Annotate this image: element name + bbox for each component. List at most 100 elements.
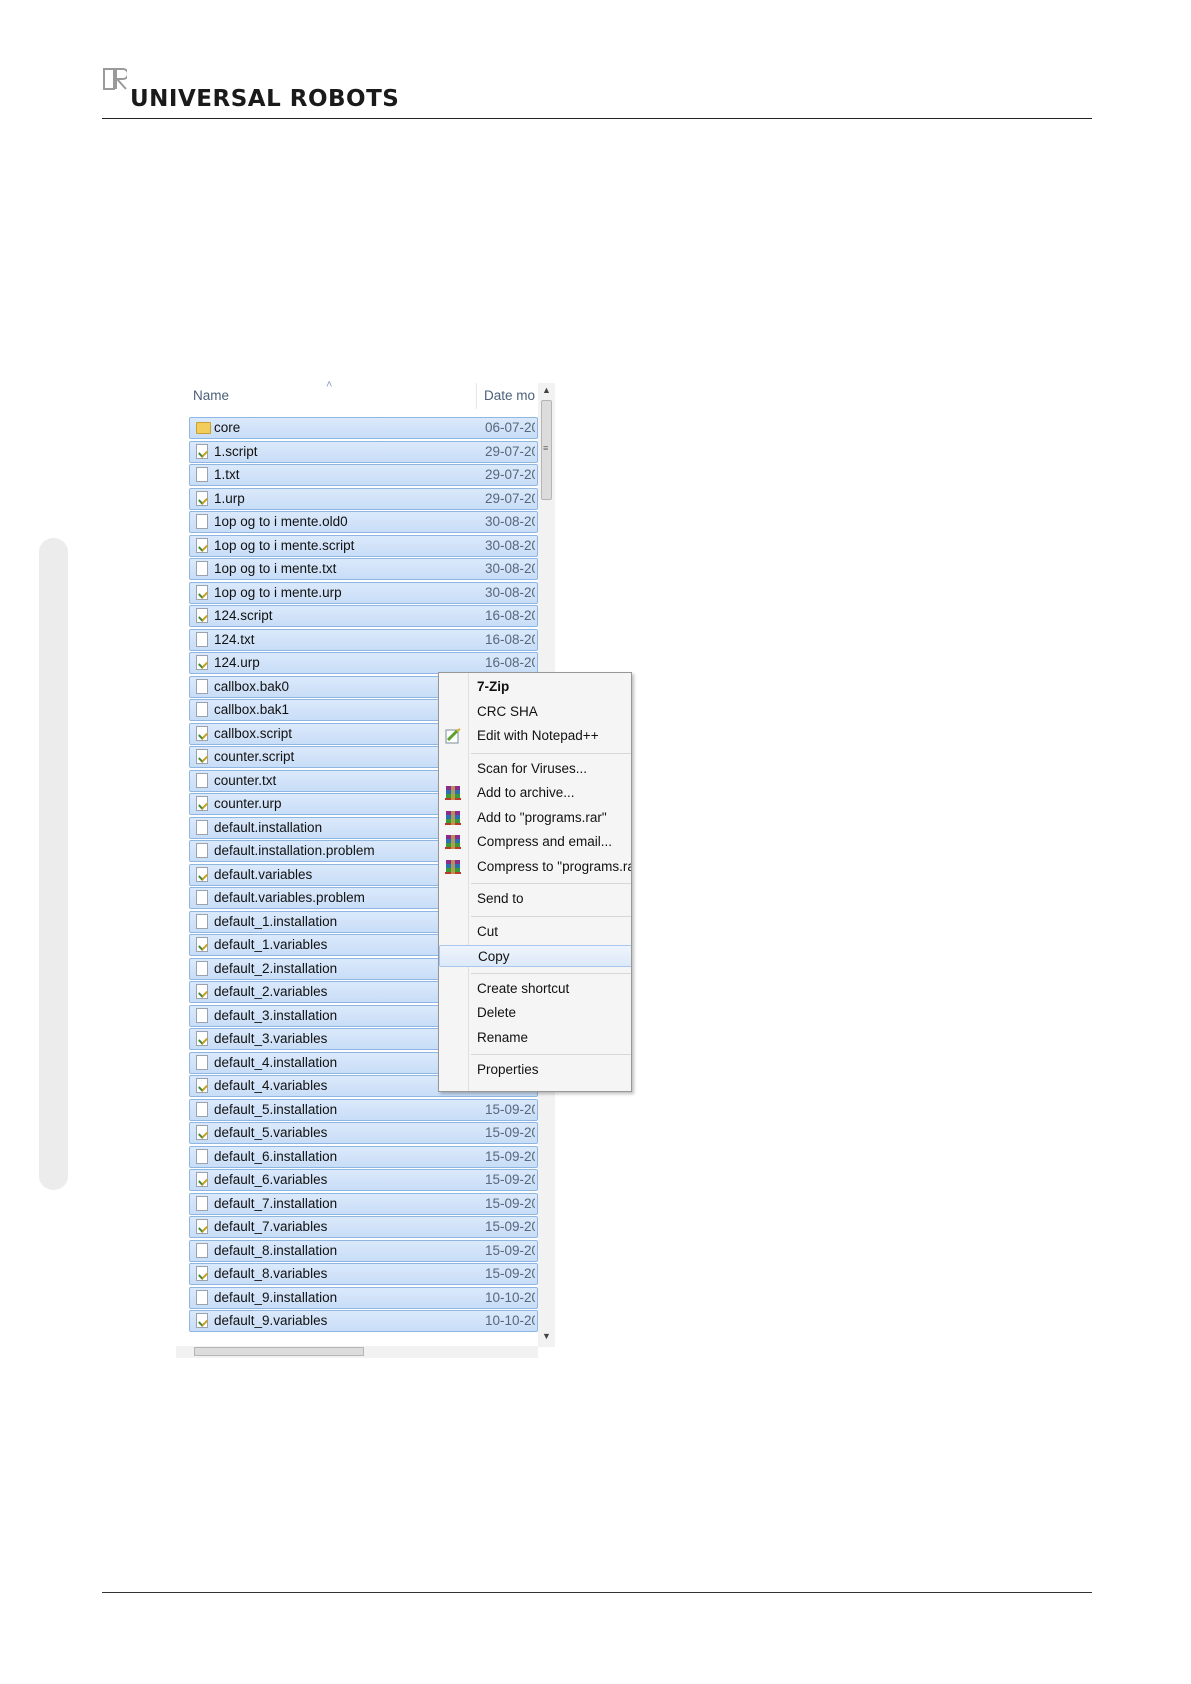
file-date-modified: 06-07-20 <box>485 420 535 435</box>
file-row[interactable]: 1.urp 29-07-20 <box>189 487 538 510</box>
text-file-icon <box>196 514 208 529</box>
file-row[interactable]: default_9.variables 10-10-20 <box>189 1310 538 1332</box>
file-name: default_4.installation <box>214 1054 338 1070</box>
file-row[interactable]: default_8.variables 15-09-20 <box>189 1263 538 1285</box>
menu-item-create-shortcut[interactable]: Create shortcut <box>439 978 631 1000</box>
file-name: 124.txt <box>214 631 255 647</box>
notepad-plus-plus-icon <box>444 728 462 744</box>
menu-item-label: Copy <box>478 949 510 964</box>
file-date-modified: 15-09-20 <box>485 1195 535 1211</box>
file-name: default_7.variables <box>214 1219 328 1234</box>
file-row[interactable]: default_9.installation 10-10-20 <box>189 1286 538 1309</box>
menu-item-edit-with-notepad[interactable]: Edit with Notepad++ <box>439 725 631 747</box>
file-row[interactable]: default_6.installation 15-09-20 <box>189 1145 538 1168</box>
script-file-icon <box>196 725 208 741</box>
menu-item-add-to-archive[interactable]: Add to archive... <box>439 782 631 804</box>
text-file-icon <box>196 913 208 929</box>
script-file-icon <box>196 537 208 553</box>
horizontal-scrollbar-thumb[interactable] <box>194 1347 364 1356</box>
column-divider[interactable] <box>476 383 477 409</box>
file-row[interactable]: core 06-07-20 <box>189 417 538 439</box>
logo-text: UNIVERSAL ROBOTS <box>130 86 400 112</box>
script-file-icon <box>196 1266 208 1281</box>
menu-item-delete[interactable]: Delete <box>439 1002 631 1024</box>
menu-item-label: Compress and email... <box>477 834 613 849</box>
file-row[interactable]: 1op og to i mente.urp 30-08-20 <box>189 581 538 604</box>
scroll-up-arrow-icon[interactable]: ▲ <box>542 385 551 395</box>
file-row[interactable]: default_5.variables 15-09-20 <box>189 1122 538 1144</box>
file-row[interactable]: 1op og to i mente.script 30-08-20 <box>189 534 538 557</box>
file-name: default_9.installation <box>214 1289 338 1305</box>
file-row[interactable]: 1.script 29-07-20 <box>189 440 538 463</box>
menu-item-7-zip[interactable]: 7-Zip <box>439 676 631 698</box>
menu-item-compress-to-programs-ra[interactable]: Compress to "programs.ra <box>439 856 631 878</box>
file-name: default_9.variables <box>214 1313 328 1328</box>
file-name: counter.script <box>214 749 295 764</box>
header-divider <box>102 118 1092 119</box>
file-name: default_5.installation <box>214 1101 338 1117</box>
file-date-modified: 15-09-20 <box>485 1125 535 1140</box>
file-date-modified: 10-10-20 <box>485 1289 535 1305</box>
file-date-modified: 29-07-20 <box>485 467 535 482</box>
file-row[interactable]: 1op og to i mente.txt 30-08-20 <box>189 558 538 580</box>
folder-icon <box>196 422 211 434</box>
menu-item-rename[interactable]: Rename <box>439 1027 631 1049</box>
text-file-icon <box>196 1054 208 1070</box>
text-file-icon <box>196 1289 208 1305</box>
file-name: 1op og to i mente.txt <box>214 561 337 576</box>
menu-item-send-to[interactable]: Send to <box>439 888 631 910</box>
file-row[interactable]: default_7.installation 15-09-20 <box>189 1192 538 1215</box>
file-row[interactable]: 124.txt 16-08-20 <box>189 628 538 651</box>
file-name: default_7.installation <box>214 1195 338 1211</box>
universal-robots-logo: UNIVERSAL ROBOTS <box>103 68 403 116</box>
file-name: callbox.bak0 <box>214 678 290 694</box>
file-date-modified: 15-09-20 <box>485 1101 535 1117</box>
menu-item-copy[interactable]: Copy <box>439 945 631 967</box>
file-name: default.variables.problem <box>214 890 365 905</box>
text-file-icon <box>196 843 208 858</box>
file-name: default_1.variables <box>214 937 328 952</box>
file-date-modified: 30-08-20 <box>485 584 535 600</box>
menu-separator <box>471 752 631 754</box>
text-file-icon <box>196 1148 208 1164</box>
menu-item-label: Rename <box>477 1029 529 1045</box>
menu-item-label: Add to "programs.rar" <box>477 809 607 825</box>
file-name: default_6.installation <box>214 1148 338 1164</box>
text-file-icon <box>196 960 208 976</box>
file-date-modified: 15-09-20 <box>485 1219 535 1234</box>
file-name: default_3.variables <box>214 1031 328 1046</box>
text-file-icon <box>196 631 208 647</box>
ur-logo-mark-icon <box>103 68 127 90</box>
file-row[interactable]: 124.script 16-08-20 <box>189 605 538 627</box>
file-row[interactable]: 1.txt 29-07-20 <box>189 464 538 486</box>
menu-item-add-to-programs-rar[interactable]: Add to "programs.rar" <box>439 807 631 829</box>
menu-item-properties[interactable]: Properties <box>439 1059 631 1081</box>
column-header-name[interactable]: Name <box>193 388 229 403</box>
file-name: 124.script <box>214 608 273 623</box>
column-header-date-modified[interactable]: Date mo <box>484 388 538 403</box>
file-row[interactable]: default_6.variables 15-09-20 <box>189 1169 538 1191</box>
file-row[interactable]: default_8.installation 15-09-20 <box>189 1239 538 1262</box>
script-file-icon <box>196 749 208 764</box>
file-row[interactable]: 124.urp 16-08-20 <box>189 652 538 674</box>
menu-item-scan-for-viruses[interactable]: Scan for Viruses... <box>439 758 631 780</box>
menu-item-label: Create shortcut <box>477 980 570 996</box>
text-file-icon <box>196 819 208 835</box>
menu-item-compress-and-email[interactable]: Compress and email... <box>439 831 631 853</box>
winrar-icon <box>444 859 462 875</box>
text-file-icon <box>196 561 208 576</box>
menu-item-crc-sha[interactable]: CRC SHA <box>439 701 631 723</box>
menu-item-label: Delete <box>477 1005 517 1020</box>
scroll-down-arrow-icon[interactable]: ▼ <box>542 1331 551 1341</box>
script-file-icon <box>196 443 208 459</box>
file-date-modified: 15-09-20 <box>485 1148 535 1164</box>
horizontal-scrollbar[interactable] <box>176 1346 538 1358</box>
menu-item-label: Cut <box>477 923 499 939</box>
script-file-icon <box>196 1313 208 1328</box>
file-row[interactable]: default_5.installation 15-09-20 <box>189 1098 538 1121</box>
file-row[interactable]: 1op og to i mente.old0 30-08-20 <box>189 511 538 533</box>
file-row[interactable]: default_7.variables 15-09-20 <box>189 1216 538 1238</box>
context-menu: 7-Zip CRC SHA Edit with Notepad++ Scan for … <box>438 672 632 1092</box>
menu-item-cut[interactable]: Cut <box>439 921 631 943</box>
file-date-modified: 15-09-20 <box>485 1242 535 1258</box>
